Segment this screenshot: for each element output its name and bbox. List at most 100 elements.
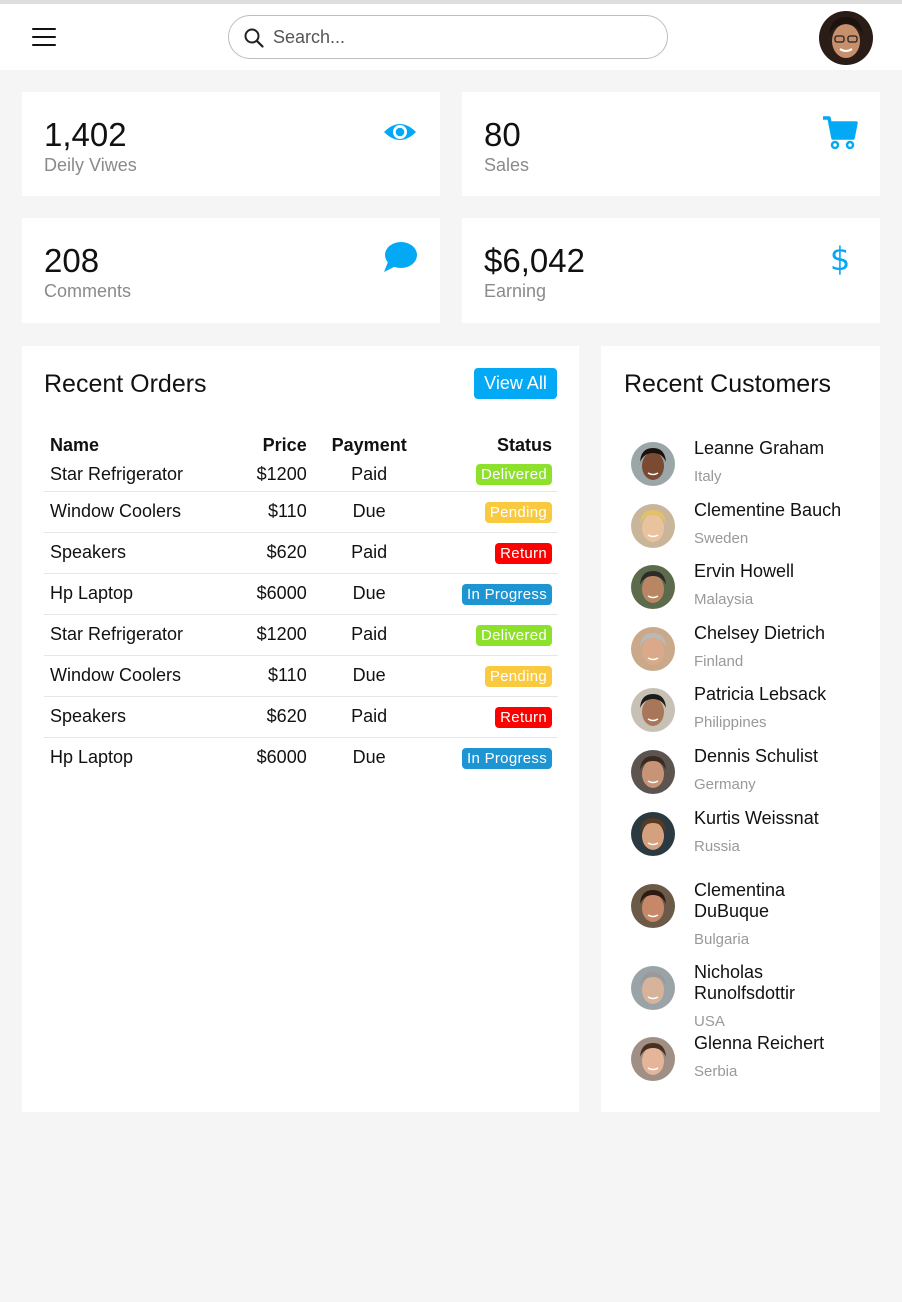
order-name: Window Coolers (44, 491, 233, 533)
order-payment: Due (312, 573, 426, 615)
order-payment: Paid (312, 696, 426, 738)
panel-title: Recent Customers (624, 370, 832, 398)
status-badge: Delivered (475, 464, 552, 486)
column-header: Price (262, 434, 307, 455)
order-name: Speakers (44, 696, 233, 738)
table-row: Hp Laptop $6000 Due In Progress (44, 573, 558, 615)
stat-label: Comments (44, 281, 132, 301)
status-badge: Pending (484, 665, 552, 687)
customer-name: Ervin Howell (694, 561, 795, 581)
top-bar (0, 4, 902, 70)
order-price: $110 (232, 491, 313, 533)
order-price: $1200 (232, 614, 313, 656)
table-row: Window Coolers $110 Due Pending (44, 491, 558, 533)
table-header-row: Name Price Payment Status (44, 432, 558, 458)
order-name: Hp Laptop (50, 747, 134, 768)
customer-avatar (631, 627, 675, 671)
table-row: Star Refrigerator $1200 Paid Delivered (44, 614, 558, 656)
search-box[interactable] (228, 15, 668, 59)
customer-avatar (631, 750, 675, 794)
customer-name: Dennis Schulist (694, 746, 819, 766)
stat-value: $6,042 (484, 242, 585, 279)
stat-card-views: 1,402 Deily Viwes (22, 92, 440, 196)
customer-country: USA (694, 1013, 725, 1030)
customer-name: Nicholas Runolfsdottir (694, 962, 796, 1003)
order-payment: Due (312, 655, 426, 697)
order-price: $620 (232, 696, 313, 738)
customer-avatar (631, 966, 675, 1010)
status-badge: Pending (484, 501, 552, 523)
customer-avatar (631, 1037, 675, 1081)
order-status-cell: In Progress (426, 737, 558, 778)
customer-avatar (631, 688, 675, 732)
order-status-cell: Pending (425, 655, 558, 697)
stat-label: Sales (484, 155, 530, 175)
status-badge: In Progress (462, 583, 552, 605)
menu-toggle-icon[interactable] (32, 27, 56, 47)
order-name: Speakers (44, 532, 233, 574)
table-row: Hp Laptop $6000 Due In Progress (44, 737, 558, 778)
column-header: Name (50, 434, 100, 455)
customer-country: Philippines (694, 714, 767, 731)
customer-name: Kurtis Weissnat (694, 808, 819, 828)
search-input[interactable] (273, 22, 653, 52)
column-header: Payment (331, 434, 407, 455)
customer-avatar (631, 565, 675, 609)
recent-orders-panel: Recent Orders View All Name Price Paymen… (22, 346, 579, 1112)
order-payment: Due (352, 747, 386, 768)
status-badge: Return (495, 706, 552, 728)
order-status-cell: Delivered (425, 614, 558, 656)
order-price: $620 (232, 532, 313, 574)
order-payment: Due (312, 491, 426, 533)
customer-avatar (631, 812, 675, 856)
customer-country: Germany (694, 776, 756, 793)
svg-text:$: $ (830, 240, 850, 276)
stat-card-sales: 80 Sales (462, 92, 880, 196)
customer-name: Leanne Graham (694, 438, 825, 458)
customer-name: Patricia Lebsack (694, 684, 827, 704)
recent-customers-panel: Recent Customers Leanne Graham Italy Cle… (601, 346, 880, 1112)
order-status-cell: Return (425, 696, 558, 738)
panel-title: Recent Orders (44, 370, 207, 398)
order-price: $6000 (232, 573, 313, 615)
stat-value: 1,402 (44, 116, 127, 153)
stat-value: 208 (44, 242, 100, 279)
customer-country: Finland (694, 653, 744, 670)
user-avatar[interactable] (819, 11, 873, 65)
stat-label: Deily Viwes (44, 155, 137, 175)
order-payment: Paid (312, 532, 426, 574)
table-row: Star Refrigerator $1200 Paid Delivered (44, 458, 558, 492)
customer-country: Malaysia (694, 591, 754, 608)
order-status-cell: Delivered (425, 458, 558, 492)
order-payment: Paid (312, 458, 426, 492)
table-row: Speakers $620 Paid Return (44, 696, 558, 738)
orders-table: Name Price Payment Status Star Refrigera… (44, 432, 558, 778)
stat-card-earning: $6,042 Earning $ (462, 218, 880, 323)
order-price: $6000 (256, 747, 307, 768)
customer-country: Italy (694, 468, 722, 485)
customer-name: Chelsey Dietrich (694, 623, 826, 643)
stat-value: 80 (484, 116, 521, 153)
order-name: Window Coolers (44, 655, 233, 697)
order-status-cell: In Progress (425, 573, 558, 615)
table-row: Speakers $620 Paid Return (44, 532, 558, 574)
customer-avatar (631, 884, 675, 928)
stat-label: Earning (484, 281, 547, 301)
order-price: $110 (232, 655, 313, 697)
chat-icon (384, 242, 417, 272)
customer-avatar (631, 504, 675, 548)
customer-name: Glenna Reichert (694, 1033, 825, 1053)
search-icon (244, 28, 264, 48)
status-badge: Delivered (475, 624, 552, 646)
order-payment: Paid (312, 614, 426, 656)
eye-icon (384, 124, 416, 140)
table-row: Window Coolers $110 Due Pending (44, 655, 558, 697)
customer-country: Serbia (694, 1063, 738, 1080)
customer-country: Russia (694, 838, 740, 855)
order-name: Hp Laptop (44, 573, 233, 615)
view-all-button[interactable]: View All (474, 368, 557, 399)
order-price: $1200 (232, 458, 313, 492)
status-badge: Return (495, 542, 552, 564)
customer-name: Clementina DuBuque (694, 880, 786, 921)
customer-avatar (631, 442, 675, 486)
